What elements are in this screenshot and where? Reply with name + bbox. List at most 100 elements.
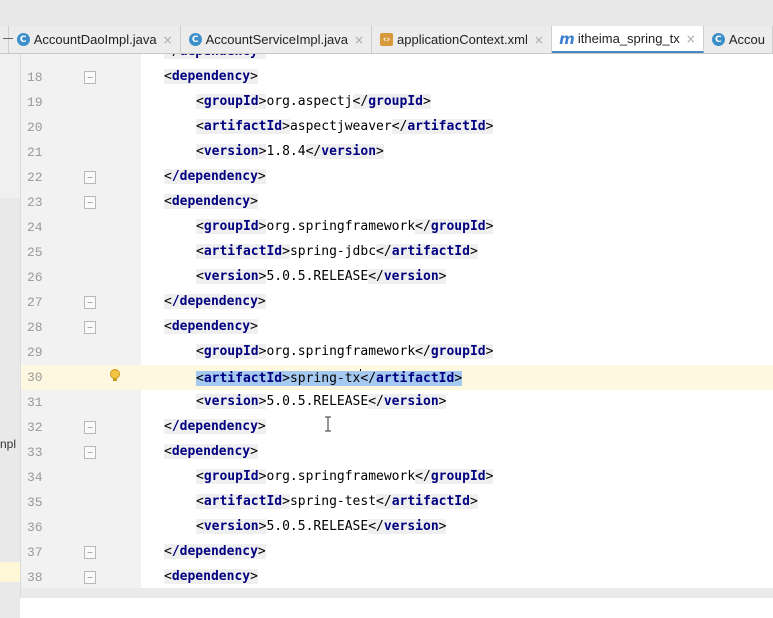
project-panel-selected-row [0,562,20,582]
code-line[interactable]: 37 − </dependency> [21,540,773,565]
minus-icon [3,38,13,39]
line-number: 36 [27,520,43,535]
code-text[interactable]: </dependency> [164,544,266,559]
fold-marker-icon[interactable]: − [84,571,96,584]
code-line[interactable]: 26 <version>5.0.5.RELEASE</version> [21,265,773,290]
fold-marker-icon[interactable]: − [84,421,96,434]
project-panel-background [0,198,20,618]
line-number: 30 [27,370,43,385]
fold-marker-icon[interactable]: − [84,171,96,184]
code-text[interactable]: <groupId>org.springframework</groupId> [196,219,494,234]
code-text[interactable]: <version>1.8.4</version> [196,144,384,159]
maven-icon: m [559,29,575,48]
code-line[interactable]: 38 − <dependency> [21,565,773,590]
project-panel-truncated-label[interactable]: npl [0,437,16,451]
fold-marker-icon[interactable]: − [84,546,96,559]
line-number: 18 [27,70,43,85]
line-number: 35 [27,495,43,510]
code-line-partial: </dependency> [21,54,773,65]
class-icon: C [711,33,725,46]
line-number: 28 [27,320,43,335]
code-text[interactable]: <dependency> [164,319,258,334]
line-number: 23 [27,195,43,210]
code-editor[interactable]: </dependency> 18 − <dependency> 19 <grou… [21,54,773,598]
line-number: 21 [27,145,43,160]
code-text[interactable]: <artifactId>aspectjweaver</artifactId> [196,119,494,134]
editor-tab-bar: C AccountDaoImpl.java × C AccountService… [0,26,773,54]
code-line[interactable]: 34 <groupId>org.springframework</groupId… [21,465,773,490]
code-line[interactable]: 28 − <dependency> [21,315,773,340]
xml-file-icon: ‹› [380,33,394,46]
code-text[interactable]: <groupId>org.springframework</groupId> [196,469,494,484]
code-line[interactable]: 19 <groupId>org.aspectj</groupId> [21,90,773,115]
tab-account-dao-impl[interactable]: C AccountDaoImpl.java × [9,26,181,53]
fold-marker-icon[interactable]: − [84,446,96,459]
code-line[interactable]: 31 <version>5.0.5.RELEASE</version> [21,390,773,415]
code-line[interactable]: 32 − </dependency> [21,415,773,440]
tab-label: Accou [728,32,765,47]
code-text[interactable]: <artifactId>spring-test</artifactId> [196,494,478,509]
code-line-current[interactable]: 30 <artifactId>spring-tx</artifactId> [21,365,773,390]
code-line[interactable]: 21 <version>1.8.4</version> [21,140,773,165]
tab-account-service-impl[interactable]: C AccountServiceImpl.java × [181,26,373,53]
code-line[interactable]: 20 <artifactId>aspectjweaver</artifactId… [21,115,773,140]
code-line[interactable]: 22 − </dependency> [21,165,773,190]
code-line[interactable]: 35 <artifactId>spring-test</artifactId> [21,490,773,515]
code-text-selected[interactable]: <artifactId>spring-tx</artifactId> [196,369,463,386]
fold-marker-icon[interactable]: − [84,196,96,209]
line-number: 33 [27,445,43,460]
code-line[interactable]: 27 − </dependency> [21,290,773,315]
tab-application-context[interactable]: ‹› applicationContext.xml × [372,26,552,53]
lightbulb-icon[interactable] [109,368,121,384]
text-cursor-icon [325,416,331,432]
fold-marker-icon[interactable]: − [84,321,96,334]
fold-marker-icon[interactable]: − [84,296,96,309]
tab-label: AccountDaoImpl.java [33,32,157,47]
line-number: 26 [27,270,43,285]
line-number: 22 [27,170,43,185]
code-text[interactable]: <artifactId>spring-jdbc</artifactId> [196,244,478,259]
code-text[interactable]: <version>5.0.5.RELEASE</version> [196,269,447,284]
line-number: 27 [27,295,43,310]
project-panel-edge[interactable]: npl [0,26,21,618]
code-text[interactable]: <dependency> [164,569,258,584]
line-number: 19 [27,95,43,110]
line-number: 34 [27,470,43,485]
line-number: 32 [27,420,43,435]
code-line[interactable]: 25 <artifactId>spring-jdbc</artifactId> [21,240,773,265]
class-icon: C [16,33,30,46]
line-number: 31 [27,395,43,410]
line-number: 20 [27,120,43,135]
line-number: 24 [27,220,43,235]
line-number: 37 [27,545,43,560]
close-icon[interactable]: × [534,33,544,47]
tab-itheima-spring-tx[interactable]: m itheima_spring_tx × [551,26,704,53]
code-text[interactable]: <dependency> [164,194,258,209]
class-icon: C [188,33,202,46]
code-line[interactable]: 18 − <dependency> [21,65,773,90]
tab-account-truncated[interactable]: C Accou [704,26,773,53]
code-text[interactable]: </dependency> [164,294,266,309]
code-line[interactable]: 33 − <dependency> [21,440,773,465]
code-text[interactable]: <dependency> [164,69,258,84]
code-line[interactable]: 29 <groupId>org.springframework</groupId… [21,340,773,365]
code-text[interactable]: <version>5.0.5.RELEASE</version> [196,394,447,409]
code-line[interactable]: 24 <groupId>org.springframework</groupId… [21,215,773,240]
code-line[interactable]: 23 − <dependency> [21,190,773,215]
line-number: 25 [27,245,43,260]
code-text[interactable]: <version>5.0.5.RELEASE</version> [196,519,447,534]
code-text[interactable]: </dependency> [164,169,266,184]
close-icon[interactable]: × [686,32,696,46]
window-top-strip [0,0,773,27]
code-text[interactable]: </dependency> [164,419,266,434]
tab-bar-collapse-button[interactable] [0,26,13,53]
close-icon[interactable]: × [354,33,364,47]
code-line[interactable]: 36 <version>5.0.5.RELEASE</version> [21,515,773,540]
code-text[interactable]: <dependency> [164,444,258,459]
close-icon[interactable]: × [163,33,173,47]
selected-text[interactable]: spring-tx [289,371,361,386]
code-text[interactable]: <groupId>org.aspectj</groupId> [196,94,431,109]
horizontal-scrollbar[interactable] [21,588,773,598]
code-text[interactable]: <groupId>org.springframework</groupId> [196,344,494,359]
fold-marker-icon[interactable]: − [84,71,96,84]
